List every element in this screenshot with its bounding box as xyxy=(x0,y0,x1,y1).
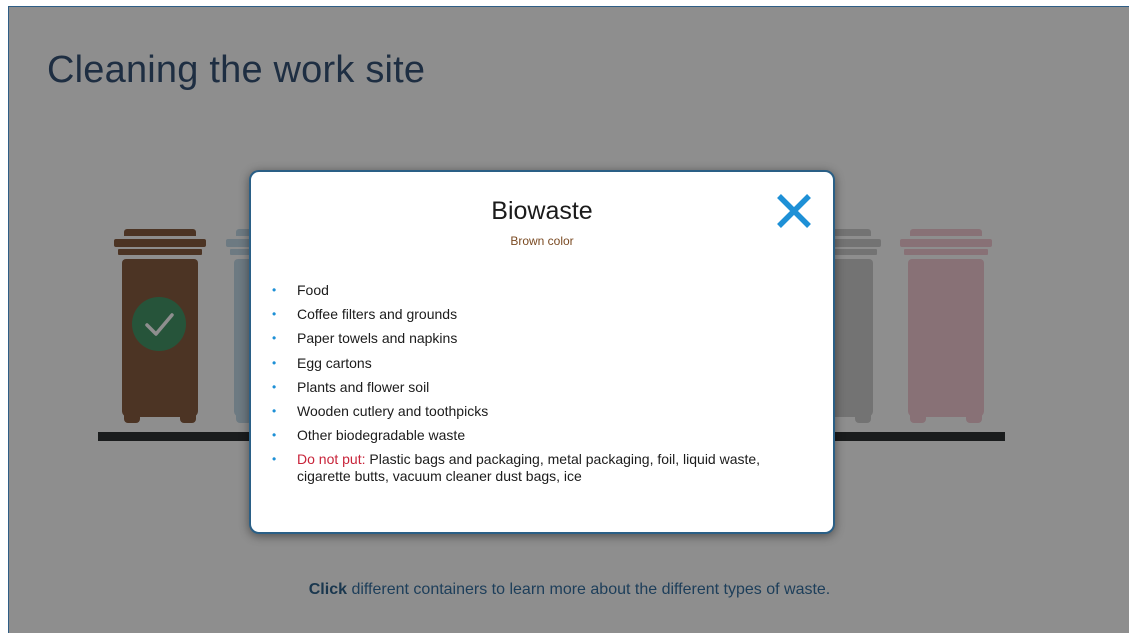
list-item-text: Coffee filters and grounds xyxy=(297,306,458,323)
list-item-text: Food xyxy=(297,282,329,298)
warning-text: Plastic bags and packaging, metal packag… xyxy=(297,451,761,485)
waste-list: • Food • Coffee filters and grounds • Paper t… xyxy=(271,282,811,493)
list-item: • Egg cartons xyxy=(271,355,811,372)
modal-subtitle: Brown color xyxy=(510,234,574,248)
list-item: • Plants and flower soil xyxy=(271,379,811,396)
close-x-icon xyxy=(777,194,811,228)
bullet-icon: • xyxy=(272,428,277,443)
bullet-icon: • xyxy=(272,355,277,370)
slide-stage: Cleaning the work site xyxy=(8,6,1129,633)
list-item-text: Other biodegradable waste xyxy=(297,427,466,444)
list-item-warning: • Do not put: Plastic bags and packaging,… xyxy=(271,451,811,485)
list-item: • Paper towels and napkins xyxy=(271,330,811,347)
list-item: • Other biodegradable waste xyxy=(271,427,811,444)
list-item-text: Wooden cutlery and toothpicks xyxy=(297,402,489,419)
bullet-icon: • xyxy=(272,452,277,467)
list-item-text: Egg cartons xyxy=(297,354,372,371)
warning-label: Do not put: xyxy=(297,451,366,468)
list-item: • Food xyxy=(271,282,811,299)
list-item: • Wooden cutlery and toothpicks xyxy=(271,403,811,420)
bullet-icon: • xyxy=(272,331,277,346)
bullet-icon: • xyxy=(272,283,277,297)
list-item: • Coffee filters and grounds xyxy=(271,306,811,323)
list-item-text: Paper towels and napkins xyxy=(297,330,458,347)
bullet-icon: • xyxy=(272,379,277,394)
close-button[interactable] xyxy=(773,190,815,232)
bullet-icon: • xyxy=(272,403,277,418)
modal-title: Biowaste xyxy=(491,197,593,225)
info-modal: Biowaste Brown color • Food • Coffee filter… xyxy=(249,170,835,534)
bullet-icon: • xyxy=(272,307,277,322)
list-item-text: Plants and flower soil xyxy=(297,378,430,395)
